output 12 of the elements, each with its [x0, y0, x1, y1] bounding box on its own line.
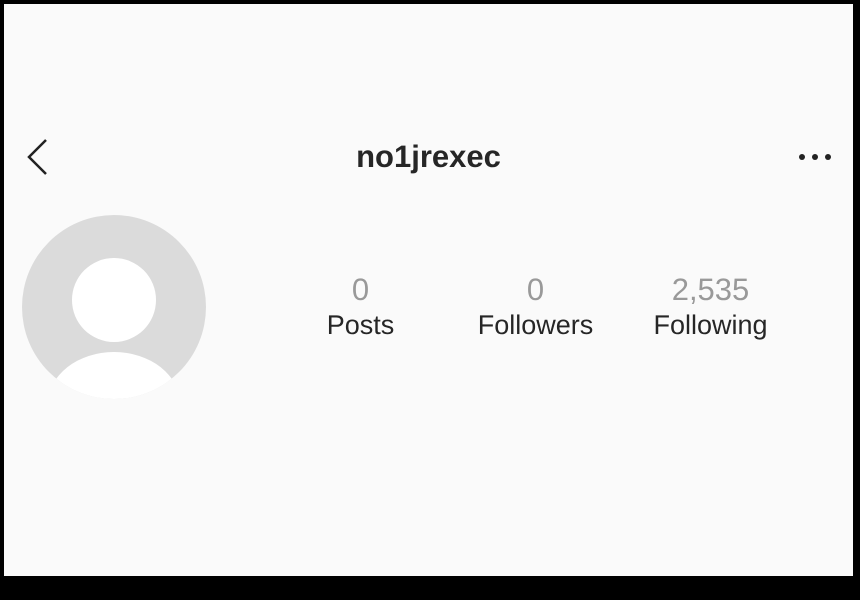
stat-label: Followers	[478, 309, 594, 342]
stat-count: 0	[352, 272, 370, 308]
stat-label: Following	[653, 309, 768, 342]
more-icon	[798, 154, 831, 160]
back-button[interactable]	[26, 138, 48, 176]
avatar-icon	[21, 214, 207, 400]
stat-count: 0	[526, 272, 544, 308]
more-button[interactable]	[798, 154, 831, 160]
stat-count: 2,535	[672, 272, 750, 308]
stat-label: Posts	[326, 309, 394, 342]
username-title: no1jrexec	[356, 139, 501, 175]
back-icon	[26, 138, 48, 176]
